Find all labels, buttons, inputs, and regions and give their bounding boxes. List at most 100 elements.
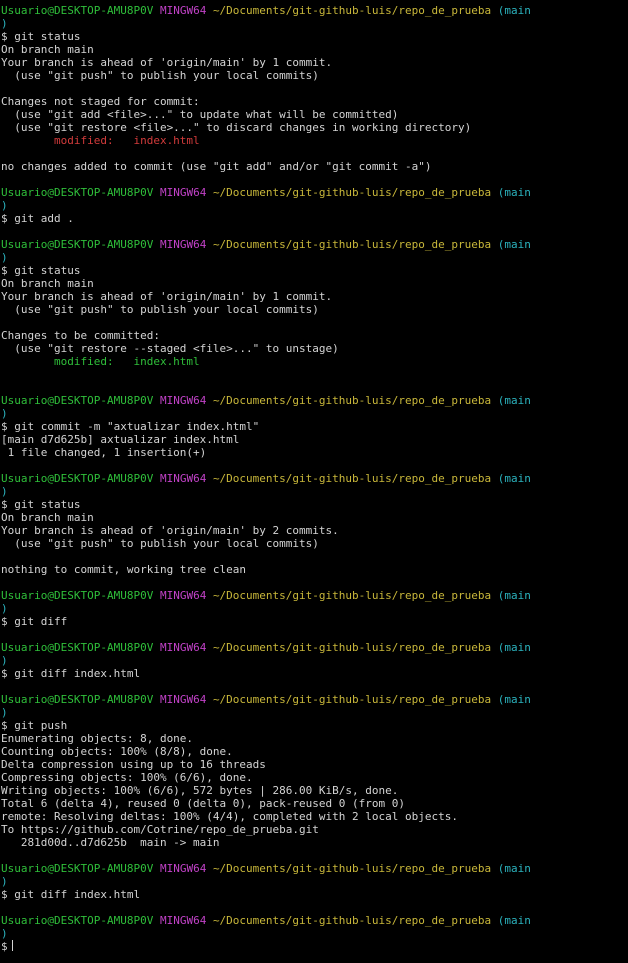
prompt-line: Usuario@DESKTOP-AMU8P0V MINGW64 ~/Docume… <box>1 589 628 602</box>
output-line: (use "git push" to publish your local co… <box>1 303 319 316</box>
terminal-window[interactable]: Usuario@DESKTOP-AMU8P0V MINGW64 ~/Docume… <box>0 0 628 963</box>
prompt-branch-wrap: ) <box>1 927 628 940</box>
prompt-branch-wrap: ) <box>1 199 628 212</box>
prompt-line: Usuario@DESKTOP-AMU8P0V MINGW64 ~/Docume… <box>1 186 628 199</box>
terminal-output[interactable]: Usuario@DESKTOP-AMU8P0V MINGW64 ~/Docume… <box>0 0 628 953</box>
prompt-branch-wrap: ) <box>1 17 628 30</box>
prompt-path: ~/Documents/git-github-luis/repo_de_prue… <box>212 186 492 199</box>
prompt-branch-wrap: ) <box>1 251 628 264</box>
output-line: Your branch is ahead of 'origin/main' by… <box>1 290 333 303</box>
prompt-user-host: Usuario@DESKTOP-AMU8P0V <box>1 472 154 485</box>
prompt-path: ~/Documents/git-github-luis/repo_de_prue… <box>212 693 492 706</box>
output-line: (use "git restore --staged <file>..." to… <box>1 342 339 355</box>
prompt-branch: (main <box>497 394 531 407</box>
prompt-branch: (main <box>497 472 531 485</box>
prompt-user-host: Usuario@DESKTOP-AMU8P0V <box>1 914 154 927</box>
prompt-line: Usuario@DESKTOP-AMU8P0V MINGW64 ~/Docume… <box>1 238 628 251</box>
command-line: $ git diff index.html <box>1 888 628 901</box>
prompt-symbol: $ <box>1 264 8 277</box>
prompt-symbol: $ <box>1 940 8 953</box>
output-line: To https://github.com/Cotrine/repo_de_pr… <box>1 823 319 836</box>
prompt-path: ~/Documents/git-github-luis/repo_de_prue… <box>212 472 492 485</box>
output-line: On branch main <box>1 511 94 524</box>
output-line: Total 6 (delta 4), reused 0 (delta 0), p… <box>1 797 405 810</box>
command-text: git status <box>14 498 81 511</box>
prompt-branch-close: ) <box>1 199 8 212</box>
command-line: $ git diff index.html <box>1 667 628 680</box>
command-text: git diff <box>14 615 68 628</box>
prompt-shell: MINGW64 <box>159 914 207 927</box>
prompt-branch: (main <box>497 914 531 927</box>
output-line: (use "git add <file>..." to update what … <box>1 108 399 121</box>
output-line: Your branch is ahead of 'origin/main' by… <box>1 56 333 69</box>
prompt-path: ~/Documents/git-github-luis/repo_de_prue… <box>212 914 492 927</box>
prompt-branch-close: ) <box>1 706 8 719</box>
prompt-branch-close: ) <box>1 875 8 888</box>
prompt-line: Usuario@DESKTOP-AMU8P0V MINGW64 ~/Docume… <box>1 394 628 407</box>
prompt-user-host: Usuario@DESKTOP-AMU8P0V <box>1 394 154 407</box>
prompt-line: Usuario@DESKTOP-AMU8P0V MINGW64 ~/Docume… <box>1 862 628 875</box>
output-line: modified: index.html <box>1 134 200 147</box>
prompt-branch: (main <box>497 693 531 706</box>
prompt-branch-close: ) <box>1 927 8 940</box>
command-line: $ git commit -m "axtualizar index.html" <box>1 420 628 433</box>
output-line: On branch main <box>1 277 94 290</box>
prompt-shell: MINGW64 <box>159 641 207 654</box>
prompt-branch-close: ) <box>1 602 8 615</box>
text-cursor[interactable] <box>11 940 13 951</box>
prompt-path: ~/Documents/git-github-luis/repo_de_prue… <box>212 394 492 407</box>
prompt-branch-close: ) <box>1 654 8 667</box>
command-text: git commit -m "axtualizar index.html" <box>14 420 260 433</box>
prompt-symbol: $ <box>1 30 8 43</box>
prompt-branch: (main <box>497 589 531 602</box>
prompt-symbol: $ <box>1 888 8 901</box>
prompt-user-host: Usuario@DESKTOP-AMU8P0V <box>1 238 154 251</box>
output-line: On branch main <box>1 43 94 56</box>
command-line: $ git add . <box>1 212 628 225</box>
prompt-branch-wrap: ) <box>1 602 628 615</box>
prompt-path: ~/Documents/git-github-luis/repo_de_prue… <box>212 641 492 654</box>
prompt-branch: (main <box>497 641 531 654</box>
prompt-branch: (main <box>497 238 531 251</box>
prompt-user-host: Usuario@DESKTOP-AMU8P0V <box>1 4 154 17</box>
prompt-symbol: $ <box>1 420 8 433</box>
prompt-branch-wrap: ) <box>1 407 628 420</box>
prompt-branch-close: ) <box>1 407 8 420</box>
prompt-path: ~/Documents/git-github-luis/repo_de_prue… <box>212 4 492 17</box>
prompt-branch-close: ) <box>1 17 8 30</box>
prompt-symbol: $ <box>1 498 8 511</box>
output-line: (use "git push" to publish your local co… <box>1 69 319 82</box>
prompt-path: ~/Documents/git-github-luis/repo_de_prue… <box>212 589 492 602</box>
prompt-shell: MINGW64 <box>159 589 207 602</box>
output-line: Enumerating objects: 8, done. <box>1 732 194 745</box>
prompt-branch: (main <box>497 862 531 875</box>
output-line: Changes to be committed: <box>1 329 160 342</box>
prompt-shell: MINGW64 <box>159 472 207 485</box>
prompt-symbol: $ <box>1 212 8 225</box>
command-line: $ git status <box>1 498 628 511</box>
output-line: (use "git push" to publish your local co… <box>1 537 319 550</box>
prompt-symbol: $ <box>1 719 8 732</box>
command-line: $ git diff <box>1 615 628 628</box>
prompt-path: ~/Documents/git-github-luis/repo_de_prue… <box>212 862 492 875</box>
prompt-line: Usuario@DESKTOP-AMU8P0V MINGW64 ~/Docume… <box>1 693 628 706</box>
prompt-user-host: Usuario@DESKTOP-AMU8P0V <box>1 186 154 199</box>
output-line: Changes not staged for commit: <box>1 95 200 108</box>
prompt-branch-wrap: ) <box>1 485 628 498</box>
active-input-line[interactable]: $ <box>1 940 628 953</box>
output-line: (use "git restore <file>..." to discard … <box>1 121 472 134</box>
output-line: nothing to commit, working tree clean <box>1 563 247 576</box>
prompt-branch-close: ) <box>1 251 8 264</box>
output-line: no changes added to commit (use "git add… <box>1 160 432 173</box>
output-line: modified: index.html <box>1 355 200 368</box>
output-line: Compressing objects: 100% (6/6), done. <box>1 771 253 784</box>
